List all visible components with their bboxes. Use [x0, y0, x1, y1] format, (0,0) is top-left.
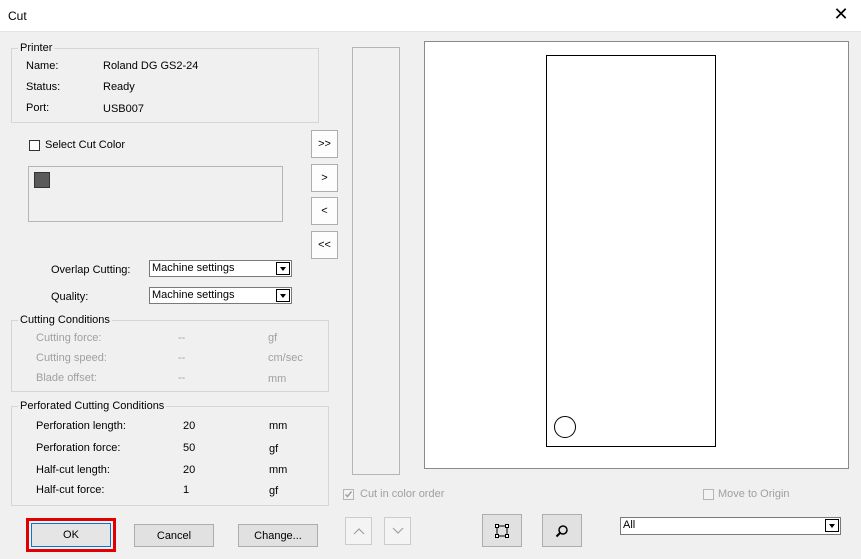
title-bar	[0, 0, 861, 32]
move-down-button[interactable]	[384, 517, 411, 545]
printer-name-label: Name:	[26, 60, 59, 72]
cutting-speed-unit: cm/sec	[268, 352, 303, 364]
move-to-origin-label: Move to Origin	[718, 488, 790, 500]
view-select[interactable]: All	[620, 517, 841, 535]
chevron-down-icon[interactable]	[825, 519, 839, 532]
half-cut-force-label: Half-cut force:	[36, 484, 105, 496]
cutting-speed-value: --	[178, 352, 186, 364]
quality-label: Quality:	[51, 291, 89, 303]
chevron-down-icon	[392, 527, 403, 534]
quality-value: Machine settings	[152, 289, 235, 301]
perforation-length-unit: mm	[269, 420, 288, 432]
blade-offset-unit: mm	[268, 373, 287, 385]
cutting-force-unit: gf	[268, 332, 278, 344]
cancel-button[interactable]: Cancel	[134, 524, 214, 547]
color-swatch[interactable]	[34, 172, 50, 188]
cutting-force-value: --	[178, 332, 186, 344]
chevron-down-icon[interactable]	[276, 262, 290, 275]
magnifier-icon	[555, 524, 568, 537]
move-to-origin-checkbox[interactable]	[703, 489, 714, 500]
cut-in-color-order-label: Cut in color order	[360, 488, 445, 500]
printer-port-label: Port:	[26, 102, 50, 114]
printer-status-label: Status:	[26, 81, 61, 93]
window-title: Cut	[8, 9, 27, 23]
fit-to-page-button[interactable]	[482, 514, 522, 547]
printer-legend: Printer	[18, 42, 55, 54]
select-cut-color-checkbox[interactable]	[29, 140, 40, 151]
printer-status-value: Ready	[103, 81, 135, 93]
quality-select[interactable]: Machine settings	[149, 287, 292, 304]
select-cut-color-label[interactable]: Select Cut Color	[45, 139, 125, 151]
move-left-button[interactable]: <	[311, 197, 338, 225]
cut-color-list[interactable]	[28, 166, 283, 222]
media-outline	[546, 55, 716, 447]
close-icon[interactable]: ✕	[831, 4, 851, 24]
perforation-length-value: 20	[183, 420, 196, 432]
half-cut-length-value: 20	[183, 464, 196, 476]
cutting-force-label: Cutting force:	[36, 332, 102, 344]
perforated-conditions-legend: Perforated Cutting Conditions	[18, 400, 167, 412]
printer-name-value: Roland DG GS2-24	[103, 60, 199, 72]
selected-color-list[interactable]	[352, 47, 400, 475]
change-button[interactable]: Change...	[238, 524, 318, 547]
move-right-button[interactable]: >	[311, 164, 338, 192]
move-all-left-button[interactable]: <<	[311, 231, 338, 259]
blade-offset-value: --	[178, 372, 186, 384]
cutting-speed-label: Cutting speed:	[36, 352, 107, 364]
overlap-cutting-select[interactable]: Machine settings	[149, 260, 292, 277]
half-cut-force-unit: gf	[269, 485, 279, 497]
printer-port-value: USB007	[103, 103, 144, 115]
perforation-length-label: Perforation length:	[36, 420, 126, 432]
cutting-conditions-legend: Cutting Conditions	[18, 314, 112, 326]
chevron-up-icon	[353, 528, 364, 535]
fit-frame-icon	[495, 523, 509, 538]
move-up-button[interactable]	[345, 517, 372, 545]
half-cut-length-unit: mm	[269, 464, 288, 476]
overlap-cutting-label: Overlap Cutting:	[51, 264, 131, 276]
zoom-button[interactable]	[542, 514, 582, 547]
chevron-down-icon[interactable]	[276, 289, 290, 302]
cut-in-color-order-checkbox[interactable]	[343, 489, 354, 500]
perforation-force-value: 50	[183, 442, 196, 454]
move-all-right-button[interactable]: >>	[311, 130, 338, 158]
view-select-value: All	[623, 519, 636, 531]
preview-panel[interactable]	[424, 41, 849, 469]
blade-offset-label: Blade offset:	[36, 372, 97, 384]
perforation-force-unit: gf	[269, 443, 279, 455]
perforation-force-label: Perforation force:	[36, 442, 121, 454]
origin-circle-icon	[554, 416, 576, 438]
overlap-cutting-value: Machine settings	[152, 262, 235, 274]
half-cut-force-value: 1	[183, 484, 190, 496]
ok-button[interactable]: OK	[31, 523, 111, 547]
half-cut-length-label: Half-cut length:	[36, 464, 110, 476]
